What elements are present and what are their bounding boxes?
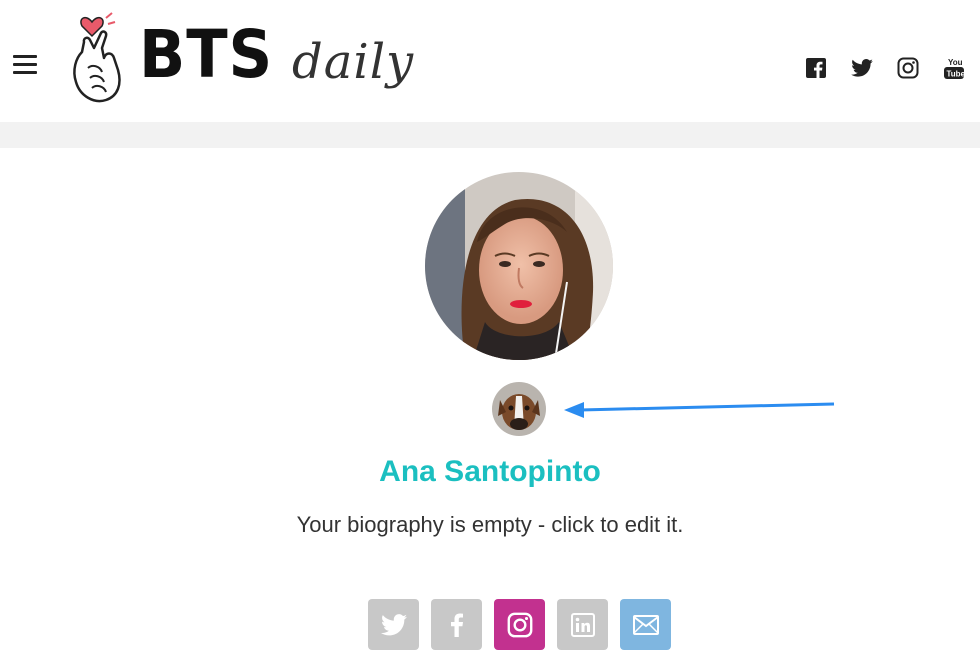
finger-heart-icon bbox=[73, 12, 121, 103]
logo-tagline-text: daily bbox=[292, 34, 415, 90]
linkedin-icon bbox=[570, 612, 595, 637]
logo-brand-text: BTS bbox=[139, 16, 274, 93]
profile-avatar-thumbnail[interactable] bbox=[492, 382, 546, 436]
instagram-icon bbox=[507, 612, 532, 637]
profile-social-buttons bbox=[368, 599, 671, 650]
site-header: BTS daily You Tube bbox=[0, 0, 980, 122]
twitter-icon bbox=[380, 613, 407, 635]
header-social-links: You Tube bbox=[804, 56, 966, 80]
email-icon bbox=[632, 614, 659, 635]
instagram-icon[interactable] bbox=[896, 56, 920, 80]
twitter-share-button[interactable] bbox=[368, 599, 419, 650]
site-logo[interactable]: BTS daily bbox=[66, 8, 426, 112]
svg-text:You: You bbox=[948, 58, 963, 67]
email-share-button[interactable] bbox=[620, 599, 671, 650]
linkedin-share-button[interactable] bbox=[557, 599, 608, 650]
menu-icon[interactable] bbox=[13, 55, 37, 75]
profile-biography[interactable]: Your biography is empty - click to edit … bbox=[0, 512, 980, 538]
facebook-icon[interactable] bbox=[804, 56, 828, 80]
facebook-share-button[interactable] bbox=[431, 599, 482, 650]
svg-text:Tube: Tube bbox=[947, 70, 966, 79]
profile-photo[interactable] bbox=[425, 172, 613, 360]
header-separator-band bbox=[0, 122, 980, 148]
facebook-icon bbox=[450, 612, 463, 637]
instagram-share-button[interactable] bbox=[494, 599, 545, 650]
twitter-icon[interactable] bbox=[850, 56, 874, 80]
annotation-arrow bbox=[564, 402, 835, 418]
profile-name: Ana Santopinto bbox=[379, 455, 601, 488]
youtube-icon[interactable]: You Tube bbox=[942, 56, 966, 80]
